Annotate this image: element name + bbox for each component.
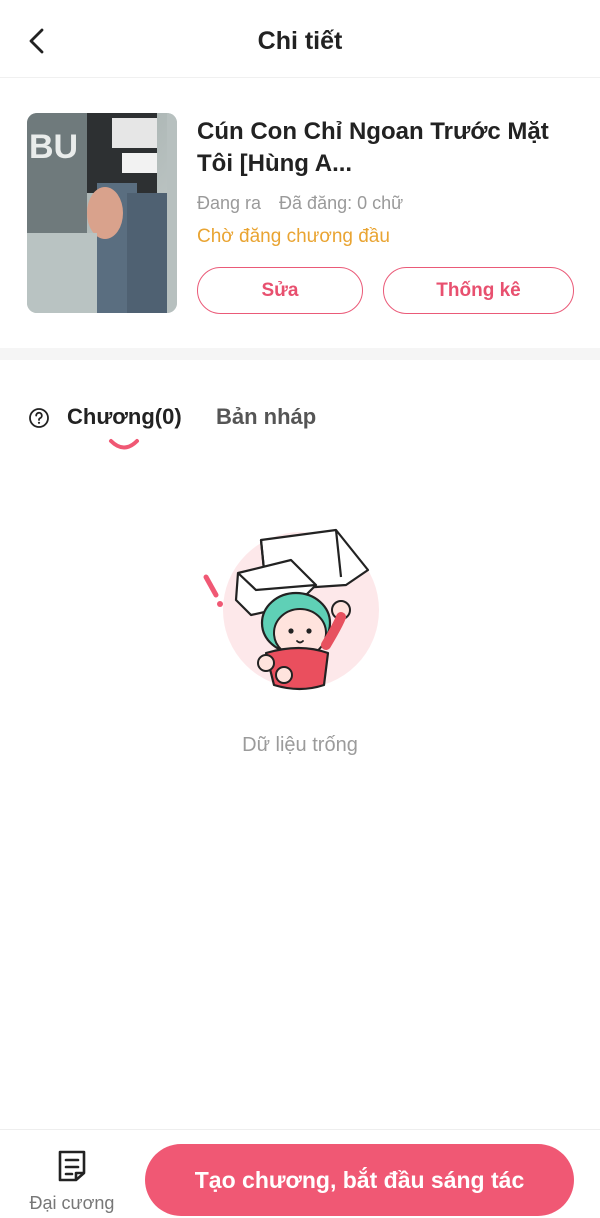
create-chapter-button[interactable]: Tạo chương, bắt đầu sáng tác [145, 1144, 574, 1216]
word-count: Đã đăng: 0 chữ [279, 193, 404, 213]
edit-button[interactable]: Sửa [197, 267, 363, 314]
tab-drafts[interactable]: Bản nháp [216, 404, 316, 430]
tab-chapters[interactable]: Chương(0) [67, 404, 182, 430]
svg-text:BU: BU [29, 128, 78, 166]
chapter-tabs: Chương(0) Bản nháp [0, 360, 600, 460]
book-cover-image[interactable]: BU [27, 113, 177, 313]
publish-state: Chờ đăng chương đầu [197, 226, 390, 247]
book-status: Đang ra [197, 193, 262, 213]
active-tab-indicator [109, 439, 139, 450]
outline-label: Đại cương [29, 1193, 115, 1213]
question-circle-icon[interactable] [28, 407, 50, 429]
book-card: BU Cún Con Chỉ Ngoan Trước Mặt Tôi [Hùng… [0, 78, 600, 348]
empty-state-message: Dữ liệu trống [242, 734, 358, 756]
bottom-action-bar: Đại cương Tạo chương, bắt đầu sáng tác [0, 1129, 600, 1218]
book-title: Cún Con Chỉ Ngoan Trước Mặt Tôi [Hùng A.… [197, 118, 549, 177]
outline-button[interactable]: Đại cương [20, 1146, 124, 1213]
top-bar: Chi tiết [0, 0, 600, 78]
empty-box-character-illustration [203, 528, 379, 691]
book-meta: Đang ra Đã đăng: 0 chữ [197, 193, 403, 214]
page-title: Chi tiết [257, 27, 343, 55]
document-list-icon [58, 1150, 86, 1182]
section-divider [0, 348, 600, 360]
stats-button[interactable]: Thống kê [383, 267, 574, 314]
